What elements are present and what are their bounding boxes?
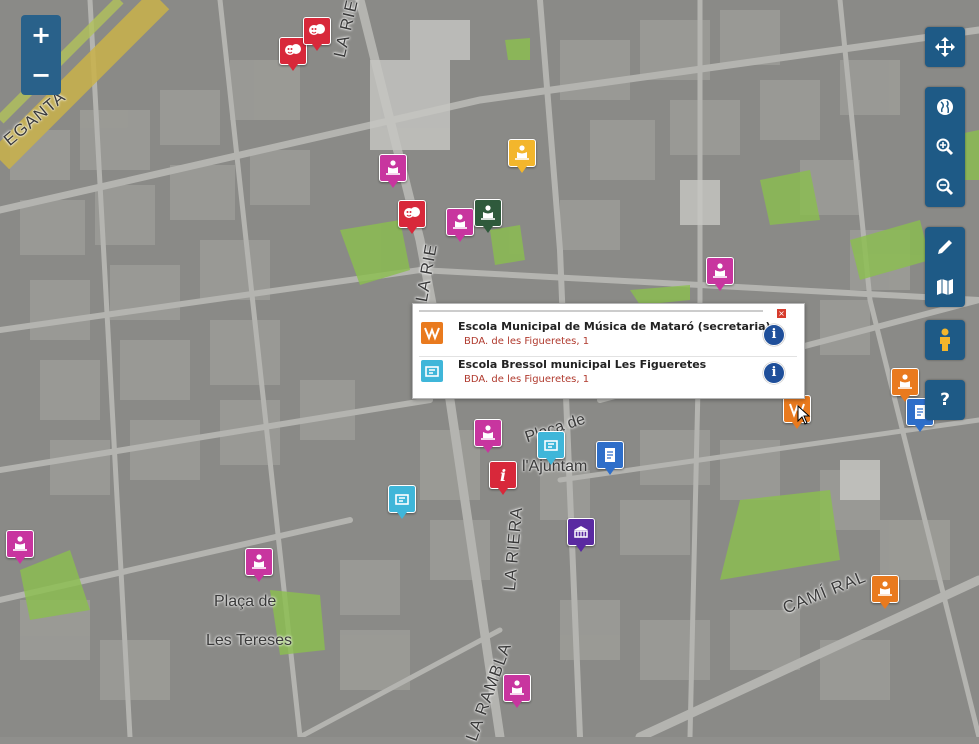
marker-pointer [498,488,508,495]
zoom-control: + − [21,15,61,95]
map-marker-theatre-icon[interactable] [303,17,331,51]
music-school-icon [421,322,443,344]
map-marker-library-icon[interactable] [891,368,919,402]
popup-close-button[interactable]: × [777,309,786,318]
map-marker-library-icon[interactable] [871,575,899,609]
magnifier-plus-icon [936,138,954,156]
marker-pointer [388,181,398,188]
map-marker-nursery-school-icon[interactable] [537,431,565,465]
zoom-in-tool-button[interactable] [925,127,965,167]
marker-pointer [312,44,322,51]
map-marker-museum-icon[interactable] [567,518,595,552]
zoom-in-button[interactable]: + [21,15,61,55]
popup-divider [419,310,763,312]
marker-pointer [288,64,298,71]
popup-item-title: Escola Municipal de Música de Mataró (se… [458,320,771,333]
marker-pointer [15,557,25,564]
marker-pointer [512,701,522,708]
pegman-icon [940,328,950,351]
popup-item[interactable]: Escola Bressol municipal Les Figueretes … [419,356,791,392]
map-marker-theatre-icon[interactable] [398,200,426,234]
streetview-control [925,320,965,360]
nursery-school-icon [421,360,443,382]
folded-map-icon [937,279,953,295]
layers-button[interactable] [925,267,965,307]
marker-pointer [915,425,925,432]
map-marker-library-icon[interactable] [6,530,34,564]
map-marker-library-icon[interactable] [474,419,502,453]
popup-item[interactable]: Escola Municipal de Música de Mataró (se… [419,318,791,354]
map-marker-library-icon[interactable] [379,154,407,188]
marker-pointer [576,545,586,552]
map-marker-library-icon[interactable] [474,199,502,233]
zoom-out-tool-button[interactable] [925,167,965,207]
marker-pointer [397,512,407,519]
svg-text:i: i [500,466,506,485]
marker-pointer [605,468,615,475]
map-marker-library-icon[interactable] [706,257,734,291]
info-button[interactable]: i [763,362,785,384]
marker-pointer [455,235,465,242]
square-label-teresas-1: Plaça de [214,593,277,610]
map-marker-document-icon[interactable] [596,441,624,475]
help-button[interactable]: ? [925,380,965,420]
mouse-cursor-icon [797,405,811,425]
pan-arrows-icon [935,37,955,57]
marker-pointer [715,284,725,291]
marker-pointer [483,226,493,233]
pan-button[interactable] [925,27,965,67]
help-control: ? [925,380,965,420]
zoom-out-button[interactable]: − [21,55,61,95]
map-marker-library-icon[interactable] [245,548,273,582]
map-marker-info-icon[interactable]: i [489,461,517,495]
marker-pointer [880,602,890,609]
popup-item-address: BDA. de les Figueretes, 1 [464,374,590,385]
pencil-icon [938,240,952,254]
globe-icon [937,99,953,115]
marker-pointer [407,227,417,234]
map-marker-library-icon[interactable] [446,208,474,242]
magnifier-minus-icon [936,178,954,196]
globe-button[interactable] [925,87,965,127]
marker-pointer [483,446,493,453]
popup-item-title: Escola Bressol municipal Les Figueretes [458,358,707,371]
marker-pointer [546,458,556,465]
pan-control [925,27,965,67]
square-label-teresas-2: Les Tereses [206,632,292,649]
popup-item-address: BDA. de les Figueretes, 1 [464,336,590,347]
edit-controls [925,227,965,307]
view-controls [925,87,965,207]
marker-pointer [517,166,527,173]
feature-popup: × Escola Municipal de Música de Mataró (… [412,303,805,399]
map-marker-library-icon[interactable] [503,674,531,708]
streetview-button[interactable] [925,320,965,360]
map-marker-nursery-school-icon[interactable] [388,485,416,519]
info-button[interactable]: i [763,324,785,346]
draw-button[interactable] [925,227,965,267]
marker-pointer [254,575,264,582]
map-marker-library-icon[interactable] [508,139,536,173]
